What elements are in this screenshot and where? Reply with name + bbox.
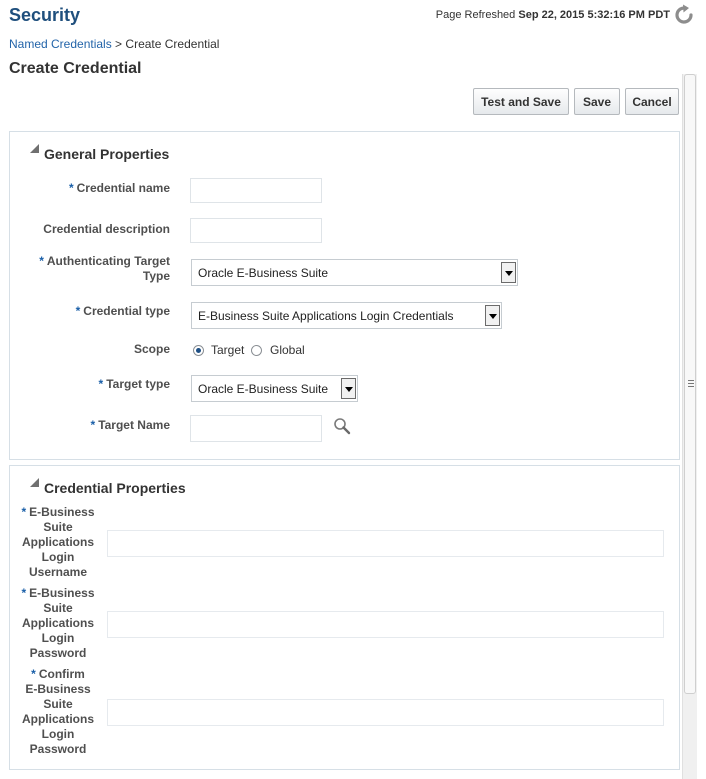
username-input[interactable] — [107, 530, 664, 557]
required-marker: * — [31, 667, 36, 681]
username-label: * E-Business Suite Applications Login Use… — [21, 505, 95, 579]
credential-name-label: * Credential name — [68, 181, 170, 195]
required-marker: * — [90, 418, 96, 432]
app-title: Security — [9, 5, 81, 25]
chevron-down-icon[interactable] — [501, 262, 516, 283]
scope-target-radio[interactable] — [193, 345, 204, 356]
required-marker: * — [39, 254, 44, 268]
collapse-triangle-icon[interactable] — [30, 144, 39, 153]
vertical-scrollbar[interactable] — [682, 74, 697, 779]
scrollbar-thumb[interactable] — [684, 74, 696, 694]
credential-type-label: * Credential type — [75, 304, 170, 318]
page-title: Create Credential — [9, 60, 142, 77]
password-input[interactable] — [107, 611, 664, 638]
select-value: E-Business Suite Applications Login Cred… — [198, 309, 454, 323]
test-and-save-button[interactable]: Test and Save — [473, 88, 569, 115]
breadcrumb-separator: > — [111, 37, 126, 51]
target-name-label: * Target Name — [90, 418, 170, 432]
target-type-select[interactable]: Oracle E-Business Suite — [191, 375, 358, 402]
select-value: Oracle E-Business Suite — [198, 382, 329, 396]
authenticating-target-type-select[interactable]: Oracle E-Business Suite — [191, 259, 518, 286]
refresh-icon[interactable] — [672, 3, 696, 27]
authenticating-target-type-label: * Authenticating Target Type — [39, 254, 170, 283]
credential-properties-title: Credential Properties — [44, 480, 186, 496]
required-marker: * — [68, 181, 74, 195]
search-icon[interactable] — [333, 417, 351, 435]
save-button[interactable]: Save — [574, 88, 620, 115]
required-marker: * — [98, 377, 104, 391]
scope-global-radio[interactable] — [251, 345, 262, 356]
scope-global-label: Global — [270, 343, 305, 357]
scope-target-label: Target — [211, 343, 245, 357]
general-properties-panel: General Properties * Credential name Cred… — [9, 131, 680, 460]
password-label: * E-Business Suite Applications Login Pas… — [21, 586, 95, 660]
page-refreshed-status: Page Refreshed Sep 22, 2015 5:32:16 PM P… — [436, 9, 670, 21]
credential-properties-panel: Credential Properties * E-Business Suite … — [9, 465, 680, 770]
breadcrumb-current: Create Credential — [125, 37, 220, 51]
scrollbar-grip-icon — [688, 380, 694, 387]
collapse-triangle-icon[interactable] — [30, 478, 39, 487]
chevron-down-icon[interactable] — [341, 378, 356, 399]
confirm-password-input[interactable] — [107, 699, 664, 726]
cancel-button[interactable]: Cancel — [625, 88, 679, 115]
required-marker: * — [21, 586, 27, 600]
chevron-down-icon[interactable] — [485, 305, 500, 326]
target-type-label: * Target type — [98, 377, 170, 391]
required-marker: * — [21, 505, 27, 519]
general-properties-title: General Properties — [44, 146, 170, 162]
breadcrumb: Named Credentials > Create Credential — [9, 37, 219, 51]
required-marker: * — [75, 304, 81, 318]
credential-type-select[interactable]: E-Business Suite Applications Login Cred… — [191, 302, 502, 329]
credential-name-input[interactable] — [190, 178, 322, 203]
breadcrumb-named-credentials[interactable]: Named Credentials — [9, 37, 112, 51]
credential-description-input[interactable] — [190, 218, 322, 243]
credential-description-label: Credential description — [43, 222, 170, 236]
refresh-label: Page Refreshed — [435, 9, 516, 21]
target-name-input[interactable] — [190, 415, 322, 442]
refresh-timestamp: Sep 22, 2015 5:32:16 PM PDT — [518, 9, 670, 21]
select-value: Oracle E-Business Suite — [198, 266, 329, 280]
scope-label: Scope — [133, 342, 170, 356]
confirm-password-label: * Confirm E-Business Suite Applications L… — [21, 667, 94, 756]
